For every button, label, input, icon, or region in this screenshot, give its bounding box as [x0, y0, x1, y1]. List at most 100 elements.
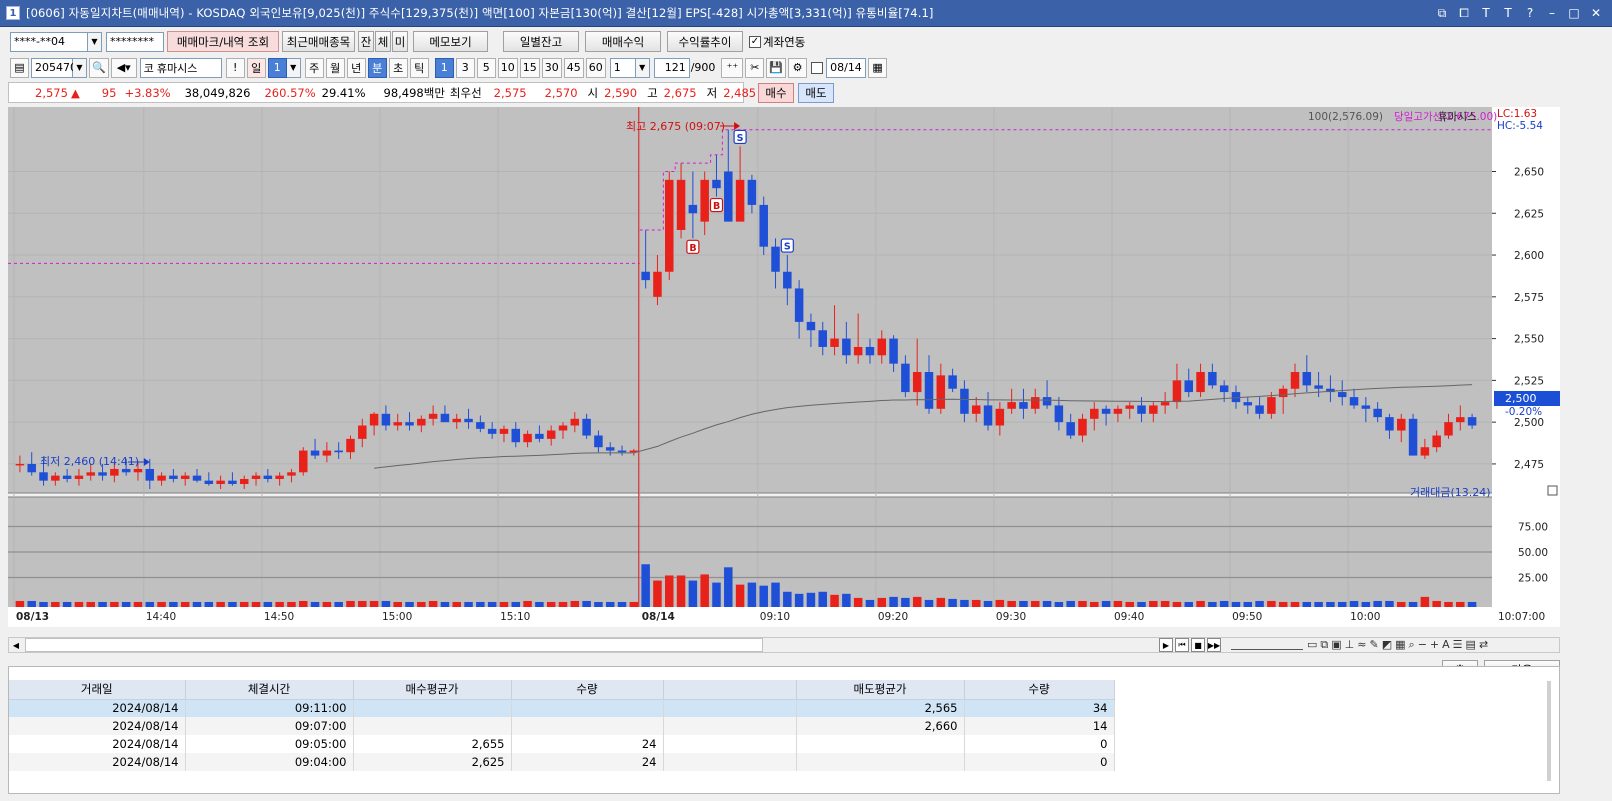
daily-balance-button[interactable]: 일별잔고 [503, 31, 579, 52]
trade-profit-button[interactable]: 매매수익 [585, 31, 661, 52]
interval-10[interactable]: 10 [497, 57, 518, 78]
interval-30[interactable]: 30 [541, 57, 562, 78]
unit-input[interactable]: 1 [609, 57, 636, 78]
close-icon[interactable]: ✕ [1588, 4, 1604, 22]
stop-icon[interactable]: ■ [1191, 638, 1205, 652]
header-date[interactable]: 거래일 [9, 680, 186, 700]
zoom-out-icon[interactable]: − [1418, 638, 1427, 652]
header-buy-avg[interactable]: 매수평균가 [353, 680, 512, 700]
calendar-icon[interactable]: ▦ [868, 57, 888, 78]
tools-icon[interactable]: ✂ [745, 57, 765, 78]
code-dropdown-icon[interactable]: ▼ [73, 57, 87, 78]
zoom-icon[interactable]: ⌕ [1409, 638, 1415, 652]
warning-button[interactable]: ! [225, 57, 245, 78]
period-week[interactable]: 주 [304, 57, 324, 78]
header-buy-qty[interactable]: 수량 [511, 680, 664, 700]
unfilled-button[interactable]: 미 [392, 31, 408, 52]
stock-name-field[interactable]: 코 휴마시스 [139, 57, 222, 78]
profit-rate-button[interactable]: 수익률추이 [667, 31, 743, 52]
scroll-left-icon[interactable]: ◀ [9, 638, 23, 652]
header-sell-qty[interactable]: 수량 [964, 680, 1115, 700]
price-chart[interactable]: BBSS 100(2,576.09) 당일고가선(2,675.00) 휴마시스 … [8, 107, 1560, 627]
password-input[interactable]: ******** [106, 31, 164, 52]
rewind-icon[interactable]: ⏮ [1175, 638, 1189, 652]
sound-icon[interactable]: ◀▾ [110, 57, 137, 78]
tool-pen-icon[interactable]: ✎ [1369, 638, 1378, 652]
period-day[interactable]: 일 [246, 57, 266, 78]
interval-45[interactable]: 45 [563, 57, 584, 78]
memo-button[interactable]: 메모보기 [413, 31, 488, 52]
add-indicator-icon[interactable]: ⁺⁺ [721, 57, 744, 78]
account-link-checkbox[interactable]: ✓ [749, 35, 761, 48]
panel-icon[interactable]: ▤ [1466, 638, 1476, 652]
table-row[interactable]: 2024/08/14 09:05:00 2,655 24 0 [9, 735, 1115, 753]
font-icon[interactable]: T [1500, 4, 1516, 22]
zoom-in-icon[interactable]: + [1430, 638, 1439, 652]
help-icon[interactable]: ? [1522, 4, 1538, 22]
stock-code-input[interactable]: 205470 [31, 57, 77, 78]
ask-price: 2,575 [493, 85, 527, 100]
tool-wave-icon[interactable]: ≈ [1357, 638, 1366, 652]
table-row[interactable]: 2024/08/14 09:07:00 2,660 14 [9, 717, 1115, 735]
period-day-count[interactable]: 1 [267, 57, 287, 78]
period-year[interactable]: 년 [346, 57, 366, 78]
filled-button[interactable]: 체 [375, 31, 391, 52]
day-count-dropdown-icon[interactable]: ▼ [286, 57, 301, 78]
account-input[interactable]: ****-**04 [10, 31, 88, 52]
search-icon[interactable]: 🔍 [89, 57, 109, 78]
table-row[interactable]: 2024/08/14 09:04:00 2,625 24 0 [9, 753, 1115, 771]
grid-scrollbar[interactable] [1547, 681, 1551, 781]
tool-grid-icon[interactable]: ▦ [1395, 638, 1405, 652]
table-row[interactable]: 2024/08/14 09:11:00 2,565 34 [9, 699, 1115, 717]
balance-button[interactable]: 잔 [358, 31, 374, 52]
candle-body [995, 408, 1005, 426]
date-checkbox[interactable] [811, 61, 824, 74]
buy-button[interactable]: 매수 [758, 83, 794, 103]
tool-window-icon[interactable]: ▣ [1331, 638, 1341, 652]
period-second[interactable]: 초 [388, 57, 408, 78]
text-tool-icon[interactable]: A [1442, 638, 1450, 652]
period-month[interactable]: 월 [325, 57, 345, 78]
sell-button[interactable]: 매도 [798, 83, 834, 103]
header-time[interactable]: 체결시간 [185, 680, 354, 700]
tool-box-icon[interactable]: ▭ [1307, 638, 1317, 652]
period-tick[interactable]: 틱 [409, 57, 429, 78]
volume-bar [1054, 601, 1064, 607]
trade-mark-button[interactable]: 매매마크/내역 조회 [167, 31, 279, 52]
interval-1[interactable]: 1 [434, 57, 454, 78]
volume-bar [204, 601, 214, 607]
maximize-icon[interactable]: □ [1566, 4, 1582, 22]
x-tick-label: 09:50 [1232, 611, 1262, 623]
period-minute[interactable]: 분 [367, 57, 387, 78]
interval-5[interactable]: 5 [476, 57, 496, 78]
header-sell-avg[interactable]: 매도평균가 [796, 680, 965, 700]
tool-fill-icon[interactable]: ◩ [1382, 638, 1392, 652]
count-input[interactable]: 121 [653, 57, 690, 78]
gear-icon[interactable]: ⚙ [788, 57, 808, 78]
interval-15[interactable]: 15 [519, 57, 540, 78]
scrollbar-track[interactable] [25, 638, 763, 652]
list-icon[interactable]: ☰ [1453, 638, 1463, 652]
minimize-icon[interactable]: – [1544, 4, 1560, 22]
tool-copy-icon[interactable]: ⧉ [1320, 638, 1328, 652]
interval-60[interactable]: 60 [585, 57, 606, 78]
fast-forward-icon[interactable]: ▶▶ [1207, 638, 1221, 652]
compare-icon[interactable]: ⇄ [1479, 638, 1488, 652]
tool-cross-icon[interactable]: ⊥ [1345, 638, 1355, 652]
play-icon[interactable]: ▶ [1159, 638, 1173, 652]
unit-dropdown-icon[interactable]: ▼ [635, 57, 650, 78]
layout-icon[interactable]: ▤ [10, 57, 29, 78]
save-icon[interactable]: 💾 [766, 57, 787, 78]
interval-3[interactable]: 3 [455, 57, 475, 78]
account-dropdown-icon[interactable]: ▼ [88, 31, 102, 52]
scrollbar-thumb[interactable] [763, 638, 1153, 652]
link-icon[interactable]: ⧉ [1434, 4, 1450, 22]
pin-icon[interactable]: T [1478, 4, 1494, 22]
volume-bar [771, 582, 780, 607]
recent-trades-button[interactable]: 최근매매종목 [282, 31, 355, 52]
zoom-slider[interactable] [1231, 640, 1303, 650]
candle-body [912, 372, 922, 393]
popout-icon[interactable]: ⧠ [1456, 4, 1472, 22]
date-input[interactable]: 08/14 [826, 57, 867, 78]
volume-pane-toggle-icon[interactable] [1547, 485, 1558, 496]
